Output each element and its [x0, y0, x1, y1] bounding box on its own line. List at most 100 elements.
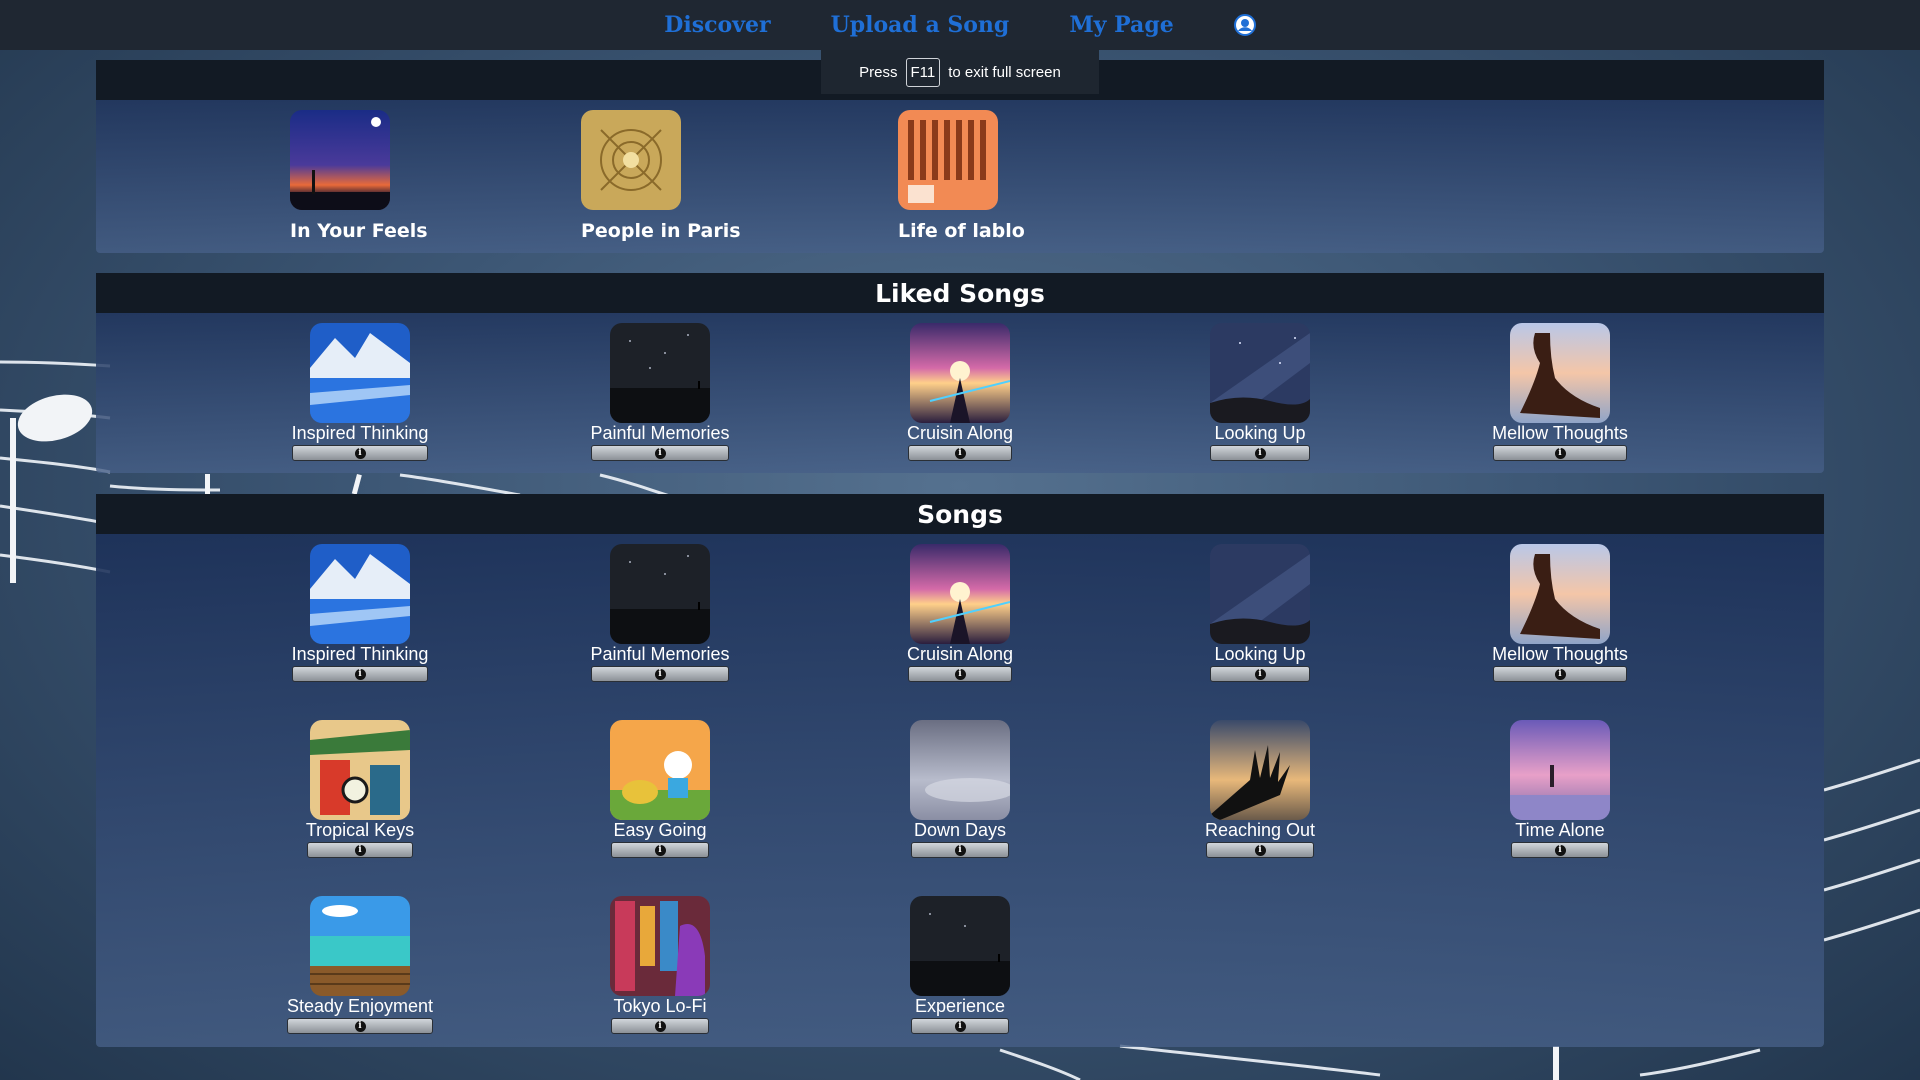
song-card[interactable]: Down Days i: [810, 720, 1110, 858]
song-title: Painful Memories: [590, 644, 730, 664]
song-info-button[interactable]: i: [908, 445, 1012, 461]
song-card[interactable]: Mellow Thoughts i: [1410, 323, 1710, 461]
song-title: Looking Up: [1214, 644, 1306, 664]
song-cover-meditation-beach[interactable]: [1510, 544, 1610, 644]
info-icon: i: [354, 844, 366, 856]
info-icon: i: [1254, 668, 1266, 680]
song-info-button[interactable]: i: [591, 666, 729, 682]
song-cover-milky-way[interactable]: [1210, 323, 1310, 423]
nav-discover-link[interactable]: Discover: [664, 12, 770, 38]
song-title: Mellow Thoughts: [1492, 423, 1628, 443]
song-card[interactable]: Painful Memories i: [510, 323, 810, 461]
song-title: Time Alone: [1515, 820, 1605, 840]
info-icon: i: [1554, 844, 1566, 856]
liked-songs-header: Liked Songs: [96, 273, 1824, 313]
song-title: Tokyo Lo-Fi: [613, 996, 707, 1016]
song-info-button[interactable]: i: [908, 666, 1012, 682]
song-info-button[interactable]: i: [292, 445, 428, 461]
fullscreen-notice: Press F11 to exit full screen: [821, 50, 1099, 94]
song-card[interactable]: Tropical Keys i: [210, 720, 510, 858]
liked-songs-panel: Liked Songs Inspired Thinking i Painful …: [96, 273, 1824, 473]
album-card[interactable]: In Your Feels: [290, 110, 428, 242]
song-title: Cruisin Along: [906, 644, 1014, 664]
fullscreen-notice-pre: Press: [859, 63, 898, 81]
song-title: Tropical Keys: [305, 820, 415, 840]
song-card[interactable]: Inspired Thinking i: [210, 544, 510, 682]
info-icon: i: [654, 447, 666, 459]
song-cover-meditation-beach[interactable]: [1510, 323, 1610, 423]
song-cover-purple-shore[interactable]: [1510, 720, 1610, 820]
info-icon: i: [354, 447, 366, 459]
song-title: Mellow Thoughts: [1492, 644, 1628, 664]
song-info-button[interactable]: i: [1206, 842, 1314, 858]
song-cover-tropical-painting[interactable]: [310, 720, 410, 820]
song-info-button[interactable]: i: [1493, 666, 1627, 682]
song-info-button[interactable]: i: [611, 842, 709, 858]
song-info-button[interactable]: i: [611, 1018, 709, 1034]
song-title: Experience: [914, 996, 1006, 1016]
song-info-button[interactable]: i: [911, 1018, 1009, 1034]
song-card[interactable]: Looking Up i: [1110, 544, 1410, 682]
song-card[interactable]: Reaching Out i: [1110, 720, 1410, 858]
song-cover-tokyo-street[interactable]: [610, 896, 710, 996]
song-cover-night-sky[interactable]: [610, 323, 710, 423]
song-cover-grey-clouds[interactable]: [910, 720, 1010, 820]
album-cover-orange-grid[interactable]: [898, 110, 998, 210]
song-info-button[interactable]: i: [307, 842, 413, 858]
album-card[interactable]: People in Paris: [581, 110, 741, 242]
song-info-button[interactable]: i: [287, 1018, 433, 1034]
info-icon: i: [354, 1020, 366, 1032]
song-card[interactable]: Cruisin Along i: [810, 323, 1110, 461]
top-nav-bar: Discover Upload a Song My Page: [0, 0, 1920, 50]
song-info-button[interactable]: i: [911, 842, 1009, 858]
album-cover-gold-ornament[interactable]: [581, 110, 681, 210]
album-cover-sunset-night[interactable]: [290, 110, 390, 210]
song-card[interactable]: Mellow Thoughts i: [1410, 544, 1710, 682]
song-title: Cruisin Along: [906, 423, 1014, 443]
info-icon: i: [1254, 844, 1266, 856]
song-card[interactable]: Painful Memories i: [510, 544, 810, 682]
song-cover-night-sky[interactable]: [610, 544, 710, 644]
song-cover-beach-dock[interactable]: [310, 896, 410, 996]
song-card[interactable]: Steady Enjoyment i: [210, 896, 510, 1034]
album-card[interactable]: Life of lablo: [898, 110, 1025, 242]
song-title: Inspired Thinking: [291, 644, 429, 664]
info-icon: i: [1554, 447, 1566, 459]
song-title: Painful Memories: [590, 423, 730, 443]
user-circle-icon[interactable]: [1233, 14, 1256, 36]
song-info-button[interactable]: i: [1493, 445, 1627, 461]
song-cover-glacier-lake[interactable]: [310, 323, 410, 423]
song-card[interactable]: Looking Up i: [1110, 323, 1410, 461]
song-info-button[interactable]: i: [292, 666, 428, 682]
song-title: Reaching Out: [1204, 820, 1316, 840]
song-title: Down Days: [913, 820, 1007, 840]
song-cover-sunset-road[interactable]: [910, 544, 1010, 644]
song-cover-night-sky[interactable]: [910, 896, 1010, 996]
nav-upload-song-link[interactable]: Upload a Song: [831, 12, 1010, 38]
song-cover-glacier-lake[interactable]: [310, 544, 410, 644]
info-icon: i: [654, 844, 666, 856]
song-cover-hand-sunset[interactable]: [1210, 720, 1310, 820]
song-card[interactable]: Cruisin Along i: [810, 544, 1110, 682]
fullscreen-key: F11: [905, 57, 941, 87]
info-icon: i: [1254, 447, 1266, 459]
song-info-button[interactable]: i: [591, 445, 729, 461]
song-card[interactable]: Experience i: [810, 896, 1110, 1034]
song-title: Steady Enjoyment: [286, 996, 434, 1016]
nav-my-page-link[interactable]: My Page: [1069, 12, 1173, 38]
song-info-button[interactable]: i: [1210, 445, 1310, 461]
song-cover-cartoon-adventure[interactable]: [610, 720, 710, 820]
info-icon: i: [954, 447, 966, 459]
song-cover-sunset-road[interactable]: [910, 323, 1010, 423]
song-card[interactable]: Easy Going i: [510, 720, 810, 858]
info-icon: i: [954, 844, 966, 856]
album-title: In Your Feels: [290, 220, 428, 242]
song-card[interactable]: Inspired Thinking i: [210, 323, 510, 461]
song-info-button[interactable]: i: [1511, 842, 1609, 858]
song-info-button[interactable]: i: [1210, 666, 1310, 682]
song-card[interactable]: Tokyo Lo-Fi i: [510, 896, 810, 1034]
info-icon: i: [654, 668, 666, 680]
song-cover-milky-way[interactable]: [1210, 544, 1310, 644]
song-card[interactable]: Time Alone i: [1410, 720, 1710, 858]
song-title: Inspired Thinking: [291, 423, 429, 443]
